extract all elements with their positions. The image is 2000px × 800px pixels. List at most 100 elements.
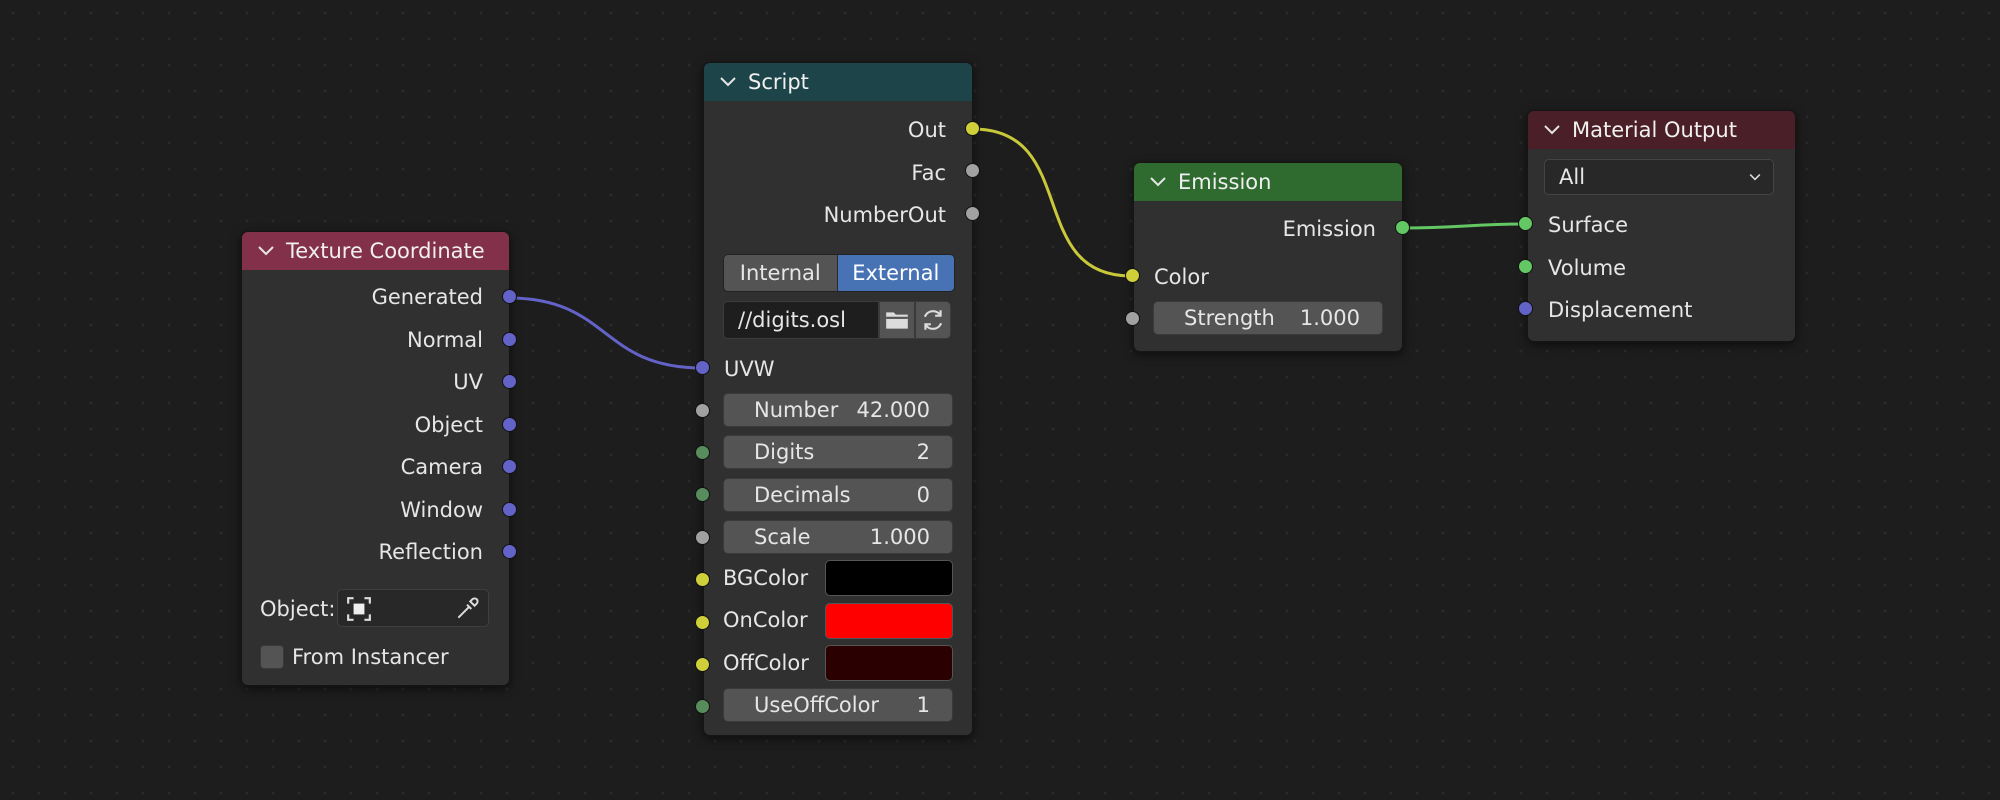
mode-internal-button[interactable]: Internal [724,255,838,291]
node-header[interactable]: Texture Coordinate [242,232,509,270]
mode-toggle: Internal External [723,254,955,292]
socket-reflection[interactable] [502,544,517,559]
offcolor-swatch[interactable] [825,645,953,681]
node-header[interactable]: Script [704,63,972,101]
folder-icon [886,312,908,329]
input-surface: Surface [1528,210,1795,240]
socket-label: Object [414,413,483,437]
reload-icon [923,310,943,330]
socket-normal[interactable] [502,332,517,347]
socket-digits[interactable] [695,445,710,460]
strength-field[interactable]: Strength 1.000 [1153,301,1383,335]
link-generated-to-uvw[interactable] [508,296,703,370]
socket-displacement[interactable] [1518,301,1533,316]
decimals-field[interactable]: Decimals 0 [723,478,953,512]
node-title: Script [748,70,809,94]
field-label: Strength [1184,306,1275,330]
socket-label: Surface [1548,213,1629,237]
chevron-down-icon[interactable] [1148,172,1168,192]
from-instancer-label: From Instancer [292,645,449,669]
socket-label: OnColor [723,608,808,632]
socket-generated[interactable] [502,289,517,304]
output-uv: UV [242,367,509,397]
socket-label: Fac [911,161,946,185]
from-instancer-checkbox[interactable] [260,645,284,669]
field-value: 1 [916,693,930,717]
socket-label: Emission [1282,217,1376,241]
script-filepath-field[interactable]: //digits.osl [723,301,879,339]
oncolor-swatch[interactable] [825,603,953,639]
field-value: 2 [916,440,930,464]
socket-numberout[interactable] [965,206,980,221]
chevron-down-icon[interactable] [1542,120,1562,140]
number-field[interactable]: Number 42.000 [723,393,953,427]
node-header[interactable]: Emission [1134,163,1402,201]
socket-out[interactable] [965,121,980,136]
socket-camera[interactable] [502,459,517,474]
output-object: Object [242,410,509,440]
socket-label: Camera [400,455,483,479]
socket-label: OffColor [723,651,809,675]
socket-strength[interactable] [1125,311,1140,326]
socket-uv[interactable] [502,374,517,389]
field-value: 42.000 [856,398,930,422]
socket-useoffcolor[interactable] [695,699,710,714]
socket-number[interactable] [695,403,710,418]
field-label: Number [754,398,839,422]
socket-label: BGColor [723,566,809,590]
node-header[interactable]: Material Output [1528,111,1795,149]
output-reflection: Reflection [242,537,509,567]
socket-object[interactable] [502,417,517,432]
socket-label: Reflection [378,540,484,564]
field-label: Scale [754,525,811,549]
socket-emission-out[interactable] [1395,220,1410,235]
socket-bgcolor[interactable] [695,572,710,587]
socket-fac[interactable] [965,163,980,178]
digits-field[interactable]: Digits 2 [723,435,953,469]
material-output-node[interactable]: Material Output All Surface Volume Displ… [1527,110,1796,342]
open-file-button[interactable] [879,301,915,339]
link-out-to-color[interactable] [972,127,1132,278]
socket-label: Color [1154,265,1209,289]
texture-coordinate-node[interactable]: Texture Coordinate Generated Normal UV O… [241,231,510,686]
scale-field[interactable]: Scale 1.000 [723,520,953,554]
field-label: UseOffColor [754,693,880,717]
socket-scale[interactable] [695,530,710,545]
mode-external-button[interactable]: External [837,255,954,291]
chevron-down-icon[interactable] [718,72,738,92]
useoffcolor-field[interactable]: UseOffColor 1 [723,688,953,722]
field-label: Decimals [754,483,851,507]
socket-label: Generated [371,285,483,309]
bgcolor-swatch[interactable] [825,560,953,596]
output-emission: Emission [1134,214,1402,244]
reload-script-button[interactable] [915,301,951,339]
socket-offcolor[interactable] [695,657,710,672]
dropdown-value: All [1559,165,1586,189]
socket-label: Out [907,118,946,142]
socket-label: Volume [1548,256,1627,280]
output-generated: Generated [242,282,509,312]
socket-oncolor[interactable] [695,615,710,630]
target-dropdown[interactable]: All [1544,159,1774,195]
socket-surface[interactable] [1518,216,1533,231]
socket-uvw[interactable] [695,360,710,375]
object-icon [347,597,371,621]
chevron-down-icon[interactable] [256,241,276,261]
input-volume: Volume [1528,253,1795,283]
socket-window[interactable] [502,502,517,517]
output-camera: Camera [242,452,509,482]
link-emission-to-surface[interactable] [1401,222,1526,230]
socket-color[interactable] [1125,268,1140,283]
socket-decimals[interactable] [695,487,710,502]
input-uvw: UVW [704,354,972,384]
script-node[interactable]: Script Out Fac NumberOut Internal Extern… [703,62,973,736]
socket-volume[interactable] [1518,259,1533,274]
socket-label: UV [453,370,483,394]
node-title: Texture Coordinate [286,239,485,263]
eyedropper-icon[interactable] [454,596,480,622]
output-out: Out [704,115,972,145]
object-picker[interactable] [337,589,489,627]
from-instancer-row: From Instancer [292,642,509,672]
socket-label: Displacement [1548,298,1693,322]
emission-node[interactable]: Emission Emission Color Strength 1.000 [1133,162,1403,352]
